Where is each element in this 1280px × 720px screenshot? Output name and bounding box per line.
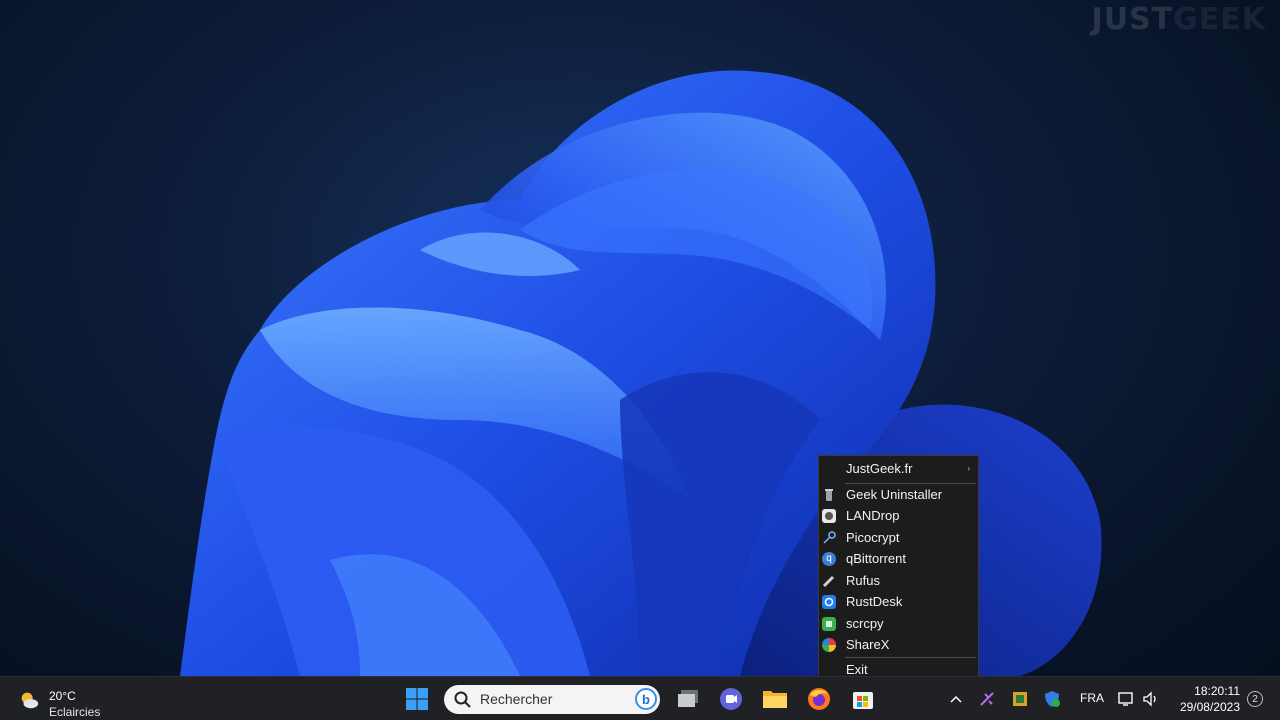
search-placeholder: Rechercher (480, 691, 553, 707)
desktop-wallpaper (180, 70, 1102, 676)
geek-uninstaller-icon (822, 488, 836, 502)
scrcpy-icon (822, 616, 836, 631)
tray-launcher-icon (980, 692, 994, 706)
menu-item-label: Rufus (846, 573, 880, 588)
file-explorer-button[interactable] (760, 684, 790, 714)
menu-item-label: Picocrypt (846, 530, 900, 545)
menu-item-label: scrcpy (846, 616, 884, 631)
firefox-button[interactable] (804, 684, 834, 714)
menu-item-label: Exit (846, 662, 868, 677)
tray-context-menu: JustGeek.fr › Geek Uninstaller LANDrop P… (818, 455, 979, 679)
landrop-icon (822, 508, 836, 523)
show-hidden-icons-button[interactable] (941, 684, 971, 714)
clock-date: 29/08/2023 (1179, 700, 1240, 714)
submenu-arrow-icon: › (967, 464, 970, 473)
menu-separator (845, 657, 976, 658)
menu-item-rustdesk[interactable]: RustDesk (819, 591, 978, 612)
picocrypt-icon (822, 530, 836, 545)
teams-button[interactable] (716, 684, 746, 714)
taskbar-search[interactable]: Rechercher b (444, 685, 660, 714)
menu-item-picocrypt[interactable]: Picocrypt (819, 527, 978, 548)
language-indicator[interactable]: FRA (1080, 691, 1104, 705)
menu-item-qbittorrent[interactable]: q qBittorrent (819, 548, 978, 569)
firefox-icon (808, 688, 830, 710)
network-icon (1118, 692, 1133, 706)
taskbar: 20°C Eclaircies Rechercher b FRA 18:20:1… (0, 676, 1280, 720)
windows-start-icon (406, 688, 428, 710)
rufus-icon (822, 574, 836, 588)
menu-item-geek-uninstaller[interactable]: Geek Uninstaller (819, 484, 978, 505)
menu-item-label: ShareX (846, 637, 890, 652)
partly-sunny-icon (21, 692, 39, 709)
microsoft-store-icon (853, 692, 873, 709)
tray-app-button[interactable] (972, 684, 1002, 714)
qbittorrent-icon: q (822, 551, 836, 566)
bing-icon[interactable]: b (635, 688, 657, 710)
weather-condition: Eclaircies (49, 705, 101, 719)
speaker-icon (1143, 691, 1156, 707)
menu-item-landrop[interactable]: LANDrop (819, 505, 978, 526)
menu-item-rufus[interactable]: Rufus (819, 570, 978, 591)
shield-icon (1045, 691, 1060, 707)
start-button[interactable] (402, 684, 432, 714)
microsoft-store-button[interactable] (848, 684, 878, 714)
menu-item-label: qBittorrent (846, 551, 906, 566)
weather-temperature: 20°C (49, 689, 76, 703)
sharex-icon (822, 637, 836, 652)
menu-item-label: JustGeek.fr (846, 461, 913, 476)
tray-app-button[interactable] (1005, 684, 1035, 714)
search-icon (454, 691, 471, 708)
watermark-logo: JUSTGEEK (1091, 2, 1266, 37)
file-explorer-icon (763, 691, 787, 708)
menu-item-scrcpy[interactable]: scrcpy (819, 613, 978, 634)
menu-item-justgeek[interactable]: JustGeek.fr › (819, 458, 978, 479)
notification-badge[interactable]: 2 (1247, 691, 1263, 707)
windows-security-button[interactable] (1037, 684, 1067, 714)
weather-widget[interactable]: 20°C Eclaircies (14, 683, 124, 719)
taskbar-clock[interactable]: 18:20:11 29/08/2023 (1172, 683, 1240, 715)
tray-image-icon (1013, 692, 1027, 706)
menu-item-label: Geek Uninstaller (846, 487, 943, 502)
clock-time: 18:20:11 (1194, 684, 1240, 698)
chevron-up-icon (950, 695, 962, 703)
rustdesk-icon (822, 594, 836, 609)
menu-item-label: RustDesk (846, 594, 903, 609)
volume-button[interactable] (1136, 684, 1166, 714)
task-view-button[interactable] (673, 684, 703, 714)
task-view-icon (678, 690, 698, 707)
menu-item-label: LANDrop (846, 508, 900, 523)
teams-icon (720, 688, 742, 710)
menu-item-sharex[interactable]: ShareX (819, 634, 978, 655)
